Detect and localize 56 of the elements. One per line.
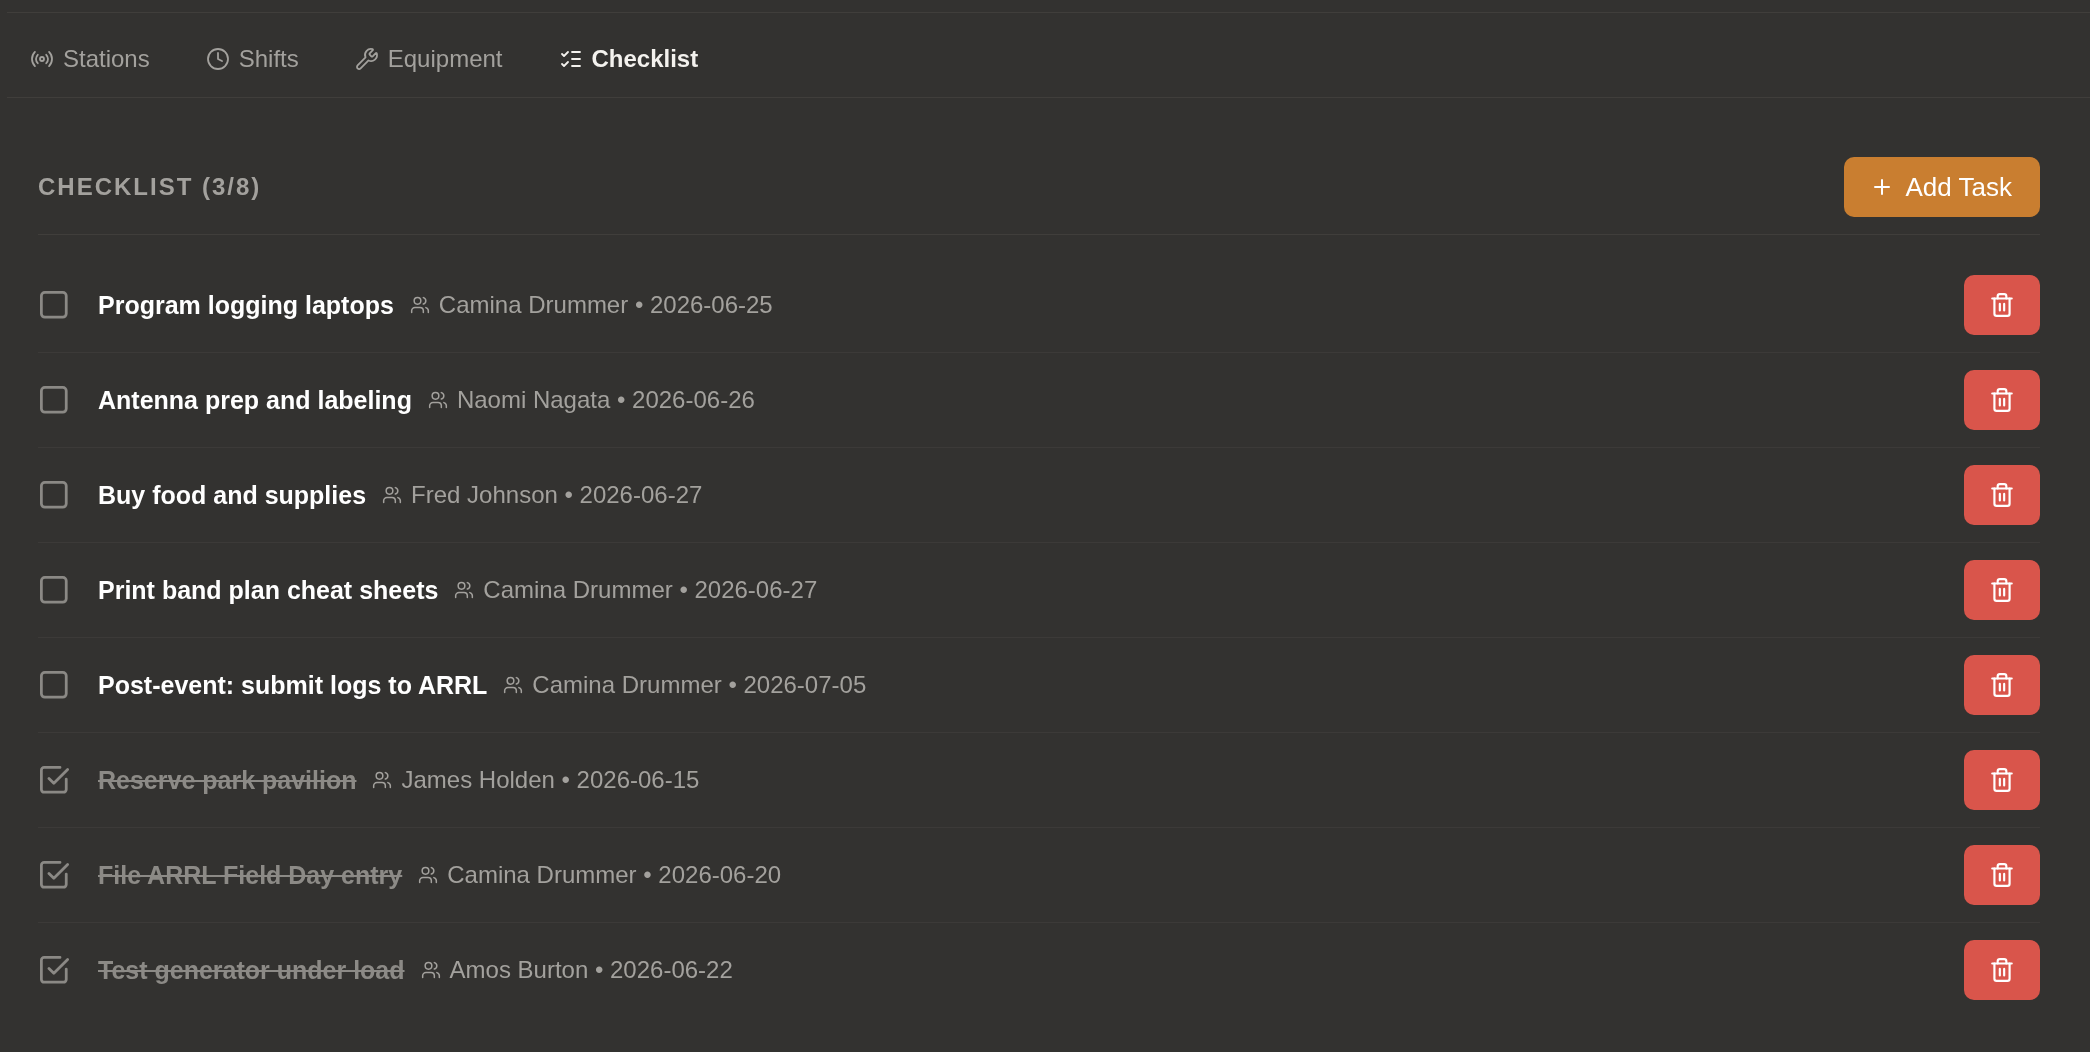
tab[interactable]: Shifts: [182, 39, 322, 79]
users-icon: [418, 865, 439, 885]
checkbox[interactable]: [40, 575, 69, 605]
delete-button[interactable]: [1964, 465, 2040, 525]
task-title: Post-event: submit logs to ARRL: [98, 670, 488, 700]
trash-icon: [1989, 957, 2015, 983]
trash-icon: [1989, 577, 2015, 603]
add-task-button[interactable]: Add Task: [1843, 157, 2040, 217]
task-meta: James Holden • 2026-06-15: [401, 766, 700, 794]
delete-button[interactable]: [1964, 750, 2040, 810]
delete-button[interactable]: [1964, 655, 2040, 715]
checkbox[interactable]: [40, 670, 69, 700]
tab[interactable]: Equipment: [331, 39, 526, 79]
users-icon: [382, 485, 403, 505]
task-meta: Camina Drummer • 2026-06-20: [447, 861, 782, 889]
users-icon: [503, 675, 524, 695]
delete-button[interactable]: [1964, 845, 2040, 905]
trash-icon: [1989, 862, 2015, 888]
task-meta: Camina Drummer • 2026-07-05: [532, 671, 867, 699]
task-title: Print band plan cheat sheets: [98, 575, 439, 605]
trash-icon: [1989, 482, 2015, 508]
task-title: Reserve park pavilion: [98, 765, 357, 795]
delete-button[interactable]: [1964, 940, 2040, 1000]
task-title: Buy food and supplies: [98, 480, 367, 510]
tab[interactable]: Checklist: [535, 39, 722, 79]
trash-icon: [1989, 672, 2015, 698]
trash-icon: [1989, 767, 2015, 793]
users-icon: [420, 960, 441, 980]
delete-button[interactable]: [1964, 275, 2040, 335]
task-meta: Fred Johnson • 2026-06-27: [411, 481, 703, 509]
users-icon: [454, 580, 475, 600]
task-title: Test generator under load: [98, 955, 405, 985]
task-meta: Camina Drummer • 2026-06-27: [483, 576, 818, 604]
wrench-icon: [354, 47, 379, 71]
users-icon: [427, 390, 448, 410]
checkbox[interactable]: [40, 955, 69, 985]
checkbox[interactable]: [40, 765, 69, 795]
task-title: Program logging laptops: [98, 290, 394, 320]
task-meta: Camina Drummer • 2026-06-25: [438, 291, 773, 319]
checkbox[interactable]: [40, 385, 69, 415]
users-icon: [372, 770, 393, 790]
users-icon: [409, 295, 430, 315]
trash-icon: [1989, 292, 2015, 318]
tab[interactable]: Stations: [7, 39, 173, 79]
checkbox[interactable]: [40, 480, 69, 510]
section-title: CHECKLIST (3/8): [38, 173, 262, 201]
checkbox[interactable]: [40, 290, 69, 320]
task-meta: Amos Burton • 2026-06-22: [449, 956, 733, 984]
task-meta: Naomi Nagata • 2026-06-26: [456, 386, 755, 414]
trash-icon: [1989, 387, 2015, 413]
checkbox[interactable]: [40, 860, 69, 890]
delete-button[interactable]: [1964, 370, 2040, 430]
delete-button[interactable]: [1964, 560, 2040, 620]
clock-icon: [205, 47, 230, 71]
task-title: File ARRL Field Day entry: [98, 860, 403, 890]
task-title: Antenna prep and labeling: [98, 385, 412, 415]
